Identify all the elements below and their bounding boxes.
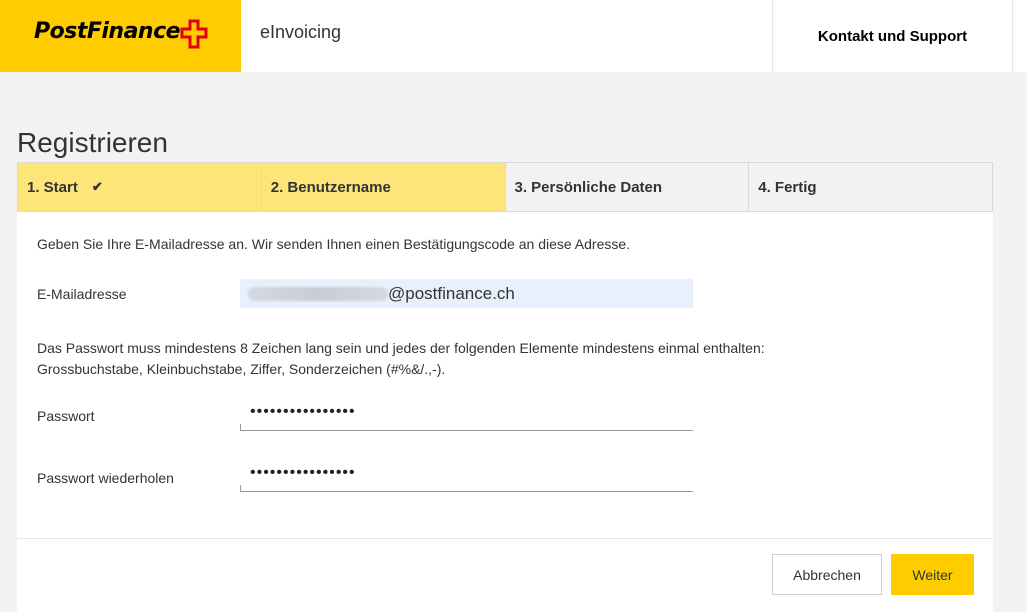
logo[interactable]: PostFinance <box>0 0 241 72</box>
logo-text: PostFinance <box>34 19 181 44</box>
swiss-cross-icon <box>180 19 208 49</box>
step-label: 3. Persönliche Daten <box>514 178 663 196</box>
cancel-button[interactable]: Abbrechen <box>772 554 882 595</box>
next-button[interactable]: Weiter <box>891 554 974 595</box>
page-title: Registrieren <box>17 126 168 158</box>
step-label: 4. Fertig <box>758 178 817 196</box>
email-value: @postfinance.ch <box>388 283 515 303</box>
password-rules-line: Grossbuchstabe, Kleinbuchstabe, Ziffer, … <box>37 361 446 377</box>
password-rules: Das Passwort muss mindestens 8 Zeichen l… <box>37 338 937 380</box>
redacted-email-local-part <box>248 286 388 301</box>
step-start: 1. Start ✔ <box>18 163 262 211</box>
password-repeat-label: Passwort wiederholen <box>37 470 174 486</box>
stepper: 1. Start ✔ 2. Benutzername 3. Persönlich… <box>17 162 993 212</box>
password-value: •••••••••••••••• <box>250 403 356 420</box>
step-personal-data: 3. Persönliche Daten <box>505 163 750 211</box>
app-name: eInvoicing <box>260 22 342 42</box>
top-bar: PostFinance eInvoicing Kontakt und Suppo… <box>0 0 1027 72</box>
step-username: 2. Benutzername <box>261 163 506 211</box>
checkmark-icon: ✔ <box>91 179 103 194</box>
password-rules-line: Das Passwort muss mindestens 8 Zeichen l… <box>37 340 765 356</box>
step-label: 2. Benutzername <box>270 178 391 196</box>
support-link[interactable]: Kontakt und Support <box>772 0 1013 72</box>
registration-card: 1. Start ✔ 2. Benutzername 3. Persönlich… <box>17 162 993 612</box>
password-repeat-value: •••••••••••••••• <box>250 464 356 481</box>
password-field[interactable]: •••••••••••••••• <box>240 403 693 431</box>
step-finish: 4. Fertig <box>749 163 992 211</box>
email-label: E-Mailadresse <box>37 286 127 302</box>
email-field[interactable]: @postfinance.ch <box>240 279 693 308</box>
intro-text: Geben Sie Ihre E-Mailadresse an. Wir sen… <box>37 236 631 252</box>
step-label: 1. Start <box>27 178 78 196</box>
password-repeat-field[interactable]: •••••••••••••••• <box>240 464 693 492</box>
password-label: Passwort <box>37 408 95 424</box>
divider <box>17 538 993 539</box>
